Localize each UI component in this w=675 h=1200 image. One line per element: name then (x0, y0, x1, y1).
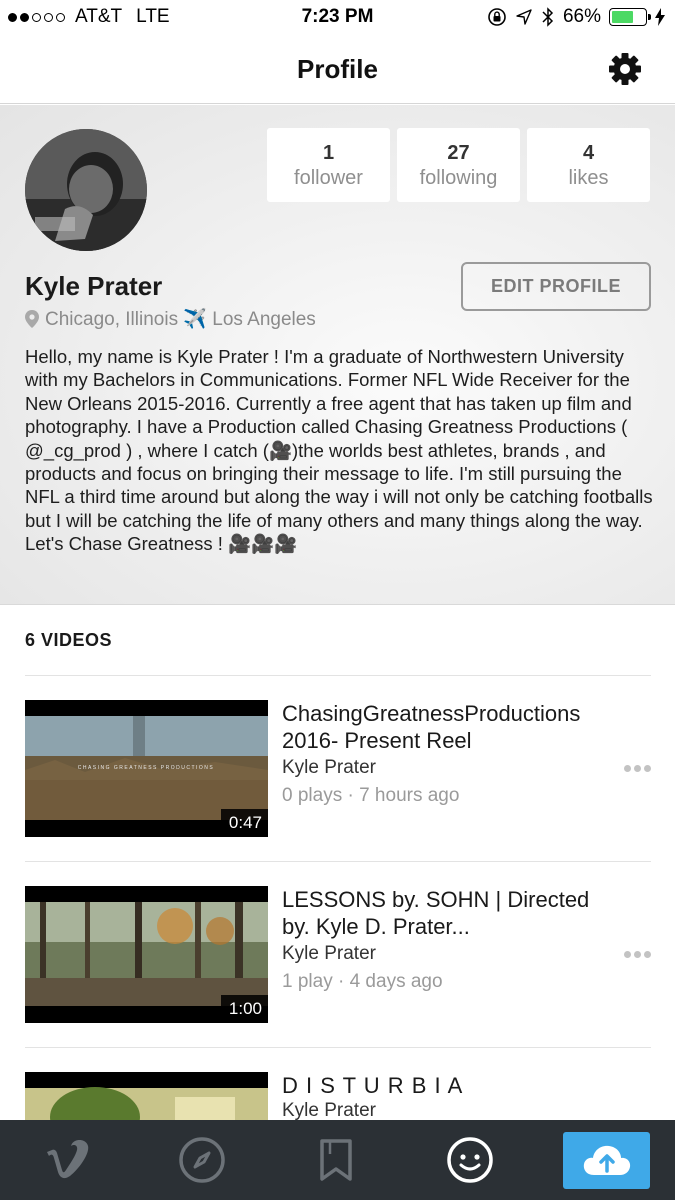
location-arrow-icon (516, 9, 532, 25)
tab-me[interactable] (420, 1120, 520, 1200)
video-item[interactable]: 1:00 LESSONS by. SOHN | Directed by. Kyl… (0, 886, 675, 1036)
vimeo-icon (47, 1140, 89, 1179)
tab-upload[interactable] (563, 1132, 650, 1189)
video-title[interactable]: LESSONS by. SOHN | Directed by. Kyle D. … (282, 886, 612, 940)
status-bar: AT&T LTE 7:23 PM 66% (0, 0, 675, 36)
thumbnail-overlay-text: CHASING GREATNESS PRODUCTIONS (78, 765, 214, 771)
video-duration: 1:00 (220, 995, 268, 1023)
explore-icon (179, 1137, 225, 1183)
video-title[interactable]: ChasingGreatnessProductions 2016- Presen… (282, 700, 612, 754)
battery-icon (609, 8, 651, 26)
video-thumbnail[interactable]: CHASING GREATNESS PRODUCTIONS 0:47 (25, 700, 268, 837)
video-item[interactable]: CHASING GREATNESS PRODUCTIONS 0:47 Chasi… (0, 700, 675, 850)
stat-likes[interactable]: 4 likes (527, 128, 650, 202)
nav-bar: Profile (0, 36, 675, 104)
settings-gear-icon[interactable] (605, 49, 645, 89)
video-thumbnail[interactable]: 1:00 (25, 886, 268, 1023)
video-thumbnail[interactable] (25, 1072, 268, 1120)
divider (25, 1047, 651, 1048)
upload-icon (583, 1145, 630, 1175)
video-author[interactable]: Kyle Prater (282, 1100, 376, 1120)
likes-count: 4 (582, 142, 595, 164)
profile-header: 1 follower 27 following 4 likes EDIT PRO… (0, 105, 675, 605)
followers-label: follower (294, 167, 363, 189)
video-title[interactable]: D I S T U R B I A (282, 1072, 612, 1099)
profile-bio: Hello, my name is Kyle Prater ! I'm a gr… (25, 346, 653, 555)
tab-bar (0, 1120, 675, 1200)
more-options-icon[interactable] (624, 951, 651, 958)
tab-watch-later[interactable] (286, 1120, 386, 1200)
followers-count: 1 (322, 142, 335, 164)
profile-name: Kyle Prater (25, 271, 163, 301)
bluetooth-icon (542, 7, 554, 27)
stat-following[interactable]: 27 following (397, 128, 520, 202)
divider (25, 861, 651, 862)
profile-location: Chicago, Illinois ✈️ Los Angeles (25, 307, 316, 331)
charging-bolt-icon (655, 8, 665, 26)
location-text: Chicago, Illinois ✈️ Los Angeles (45, 309, 316, 330)
avatar[interactable] (25, 129, 147, 251)
status-right: 66% (487, 6, 665, 28)
me-icon (447, 1137, 493, 1183)
video-duration: 0:47 (220, 809, 268, 837)
edit-profile-button[interactable]: EDIT PROFILE (461, 262, 651, 311)
video-item[interactable]: D I S T U R B I A Kyle Prater (0, 1072, 675, 1120)
location-pin-icon (25, 310, 39, 328)
tab-explore[interactable] (152, 1120, 252, 1200)
following-label: following (419, 167, 498, 189)
orientation-lock-icon (488, 8, 506, 26)
likes-label: likes (568, 167, 609, 189)
battery-percent: 66% (562, 6, 601, 27)
page-title: Profile (297, 54, 378, 84)
video-author[interactable]: Kyle Prater (282, 943, 376, 965)
following-count: 27 (447, 142, 470, 164)
watchlater-icon (320, 1139, 352, 1181)
video-author[interactable]: Kyle Prater (282, 757, 376, 779)
tab-vimeo[interactable] (18, 1120, 118, 1200)
divider (25, 675, 651, 676)
videos-heading: 6 VIDEOS (25, 630, 113, 650)
video-meta: 0 plays · 7 hours ago (282, 785, 460, 806)
more-options-icon[interactable] (624, 765, 651, 772)
video-meta: 1 play · 4 days ago (282, 971, 443, 992)
stat-followers[interactable]: 1 follower (267, 128, 390, 202)
